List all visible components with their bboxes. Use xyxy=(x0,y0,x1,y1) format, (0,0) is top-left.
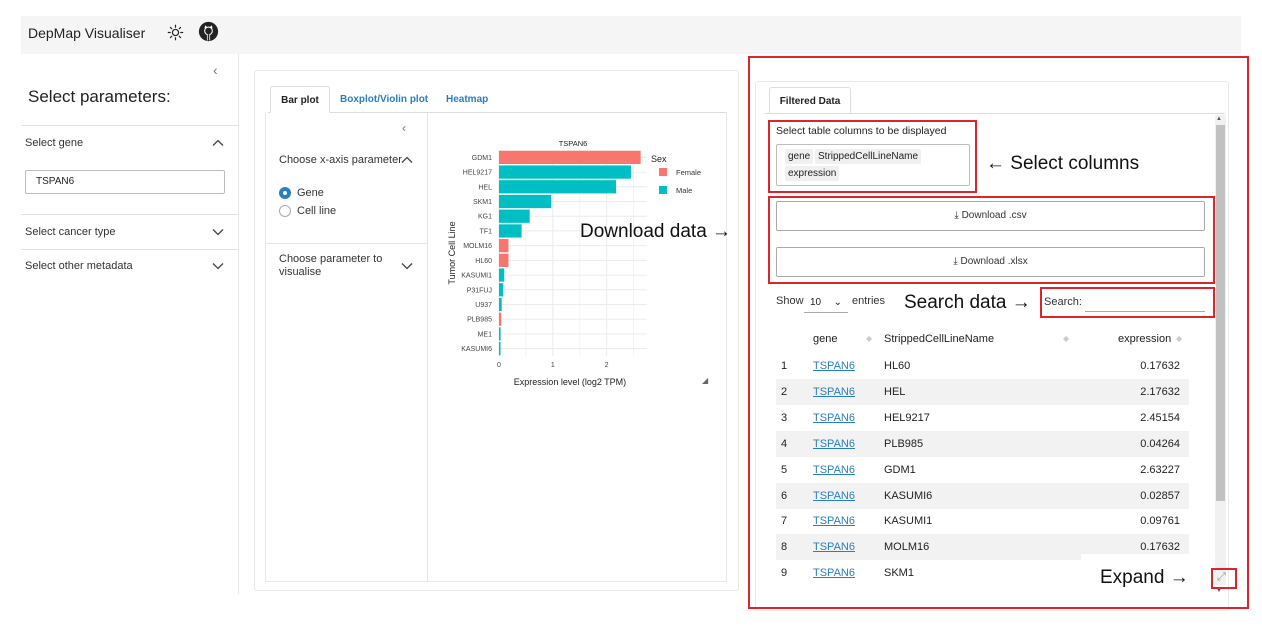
github-icon[interactable] xyxy=(198,21,219,42)
divider xyxy=(21,125,239,126)
radio-gene[interactable] xyxy=(279,187,291,199)
legend-label: Male xyxy=(676,186,692,195)
sidebar xyxy=(21,54,239,594)
bar xyxy=(499,253,509,267)
tab-bar-plot[interactable]: Bar plot xyxy=(270,86,330,113)
y-tick-label: PLB985 xyxy=(467,317,492,324)
accordion-select-other-metadata[interactable]: Select other metadata xyxy=(25,260,133,272)
bar xyxy=(499,283,504,297)
bar xyxy=(499,180,617,194)
bar xyxy=(499,312,502,326)
legend-swatch xyxy=(659,168,667,176)
legend-title: Sex xyxy=(651,154,667,164)
visualise-param-title[interactable]: Choose parameter to visualise xyxy=(279,253,399,279)
options-divider xyxy=(427,113,428,581)
bar xyxy=(499,297,502,312)
bar xyxy=(499,239,509,253)
legend-swatch xyxy=(659,186,667,194)
chevron-down-icon[interactable] xyxy=(212,260,224,272)
y-tick-label: HL60 xyxy=(475,258,492,265)
annotation-expand: Expand → xyxy=(1100,567,1189,588)
resize-handle-icon[interactable]: ◢ xyxy=(702,376,708,385)
data-panel-highlight xyxy=(748,56,1249,609)
y-tick-label: U937 xyxy=(475,302,492,309)
annotation-select-columns: ← Select columns xyxy=(986,153,1140,174)
chevron-down-icon[interactable] xyxy=(212,226,224,238)
divider xyxy=(266,243,427,244)
bar-chart: GDM1 HEL9217 HEL SKM1 KG1 TF1 MOLM16 HL60 KASUMI… xyxy=(447,139,701,387)
radio-cell-line[interactable] xyxy=(279,205,291,217)
sidebar-collapse-icon[interactable]: ‹ xyxy=(213,62,218,78)
x-axis-label: Expression level (log2 TPM) xyxy=(514,377,626,387)
annotation-search-data: Search data → xyxy=(904,292,1031,313)
bar xyxy=(499,209,530,223)
chart-title: TSPAN6 xyxy=(559,139,588,148)
y-tick-label: KASUMI6 xyxy=(461,346,492,353)
chevron-up-icon[interactable] xyxy=(212,137,224,149)
y-tick-label: ME1 xyxy=(478,331,493,338)
x-tick-label: 2 xyxy=(605,362,609,369)
tab-boxplot-violin[interactable]: Boxplot/Violin plot xyxy=(340,86,428,113)
y-tick-label: KG1 xyxy=(478,214,492,221)
options-collapse-icon[interactable]: ‹ xyxy=(402,121,406,135)
app-title: DepMap Visualiser xyxy=(28,25,146,41)
bar xyxy=(499,342,501,356)
y-tick-label: P31FUJ xyxy=(467,287,492,294)
y-tick-label: HEL9217 xyxy=(463,170,492,177)
y-tick-label: GDM1 xyxy=(472,155,492,162)
legend-label: Female xyxy=(676,168,701,177)
chevron-down-icon[interactable] xyxy=(401,261,413,271)
y-tick-label: TF1 xyxy=(480,228,493,235)
accordion-select-cancer-type[interactable]: Select cancer type xyxy=(25,226,116,238)
xaxis-param-title[interactable]: Choose x-axis parameter xyxy=(279,154,402,166)
y-tick-label: KASUMI1 xyxy=(461,273,492,280)
x-tick-label: 1 xyxy=(551,362,555,369)
bar xyxy=(499,165,631,179)
sun-icon[interactable] xyxy=(167,24,184,41)
tab-heatmap[interactable]: Heatmap xyxy=(446,86,488,113)
chevron-up-icon[interactable] xyxy=(401,155,413,165)
annotation-download-data: Download data → xyxy=(580,221,732,242)
radio-cell-line-label: Cell line xyxy=(297,205,337,217)
gene-input[interactable]: TSPAN6 xyxy=(25,170,225,194)
bar xyxy=(499,150,641,164)
sidebar-heading: Select parameters: xyxy=(28,87,171,106)
accordion-select-gene[interactable]: Select gene xyxy=(25,137,83,149)
radio-gene-label: Gene xyxy=(297,187,324,199)
bar xyxy=(499,327,501,341)
divider xyxy=(21,214,239,215)
y-tick-label: MOLM16 xyxy=(463,243,492,250)
y-tick-label: SKM1 xyxy=(473,199,492,206)
y-axis-label: Tumor Cell Line xyxy=(447,221,457,284)
divider xyxy=(21,249,239,250)
x-tick-label: 0 xyxy=(497,362,501,369)
bar xyxy=(499,268,505,282)
bar xyxy=(499,224,522,238)
bar xyxy=(499,194,552,209)
y-tick-label: HEL xyxy=(478,184,492,191)
